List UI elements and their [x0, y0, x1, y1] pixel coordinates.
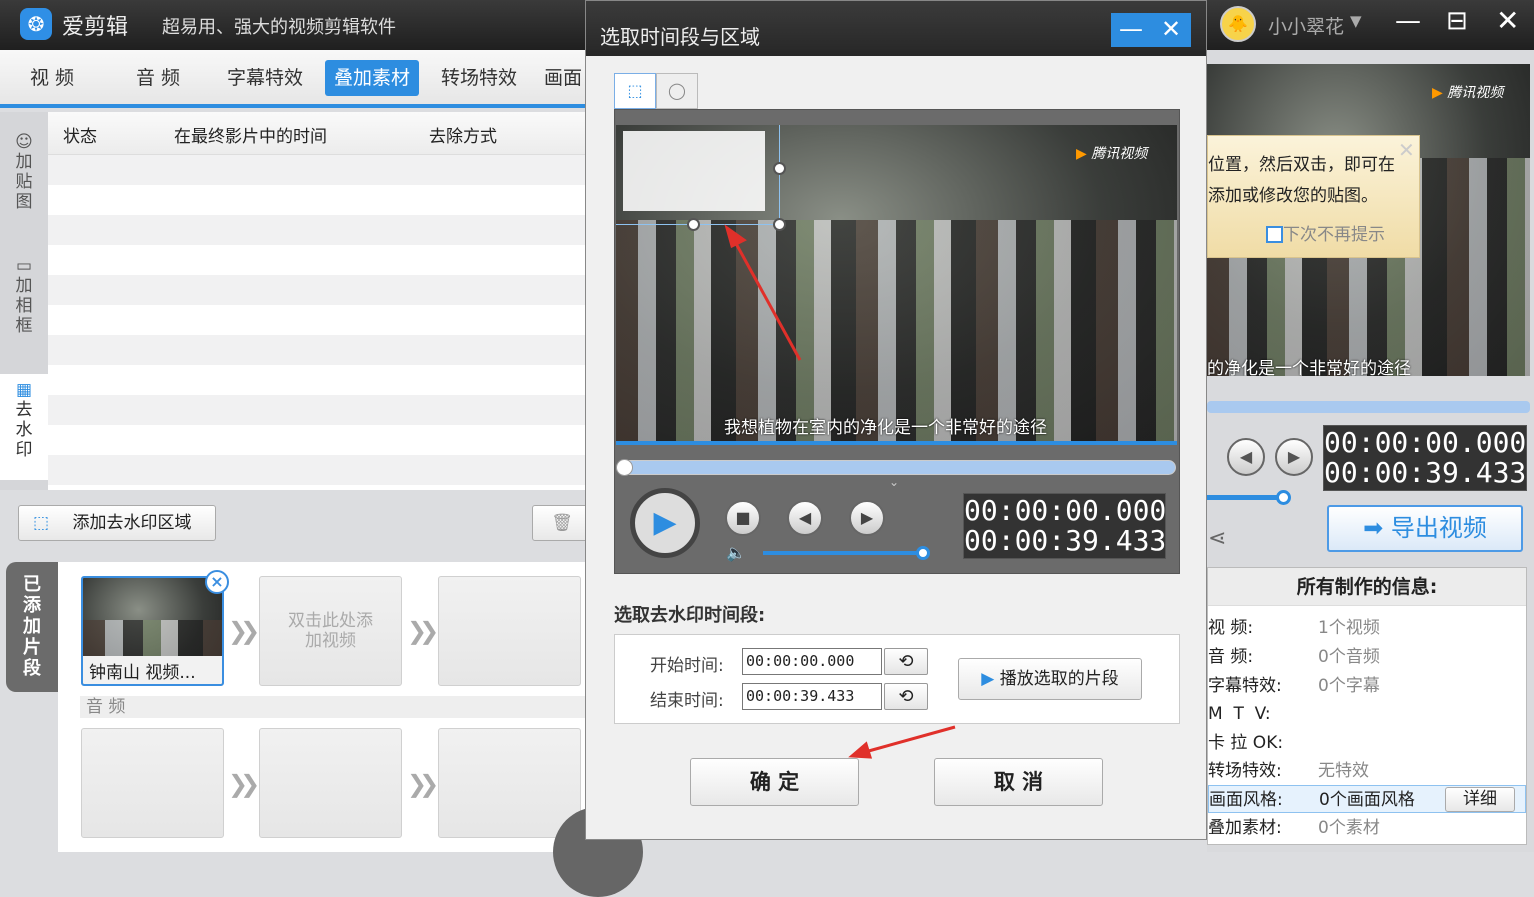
annotation-arrows [724, 224, 956, 759]
arrow-to-ok [848, 725, 956, 759]
arrow-to-selection [724, 224, 802, 361]
